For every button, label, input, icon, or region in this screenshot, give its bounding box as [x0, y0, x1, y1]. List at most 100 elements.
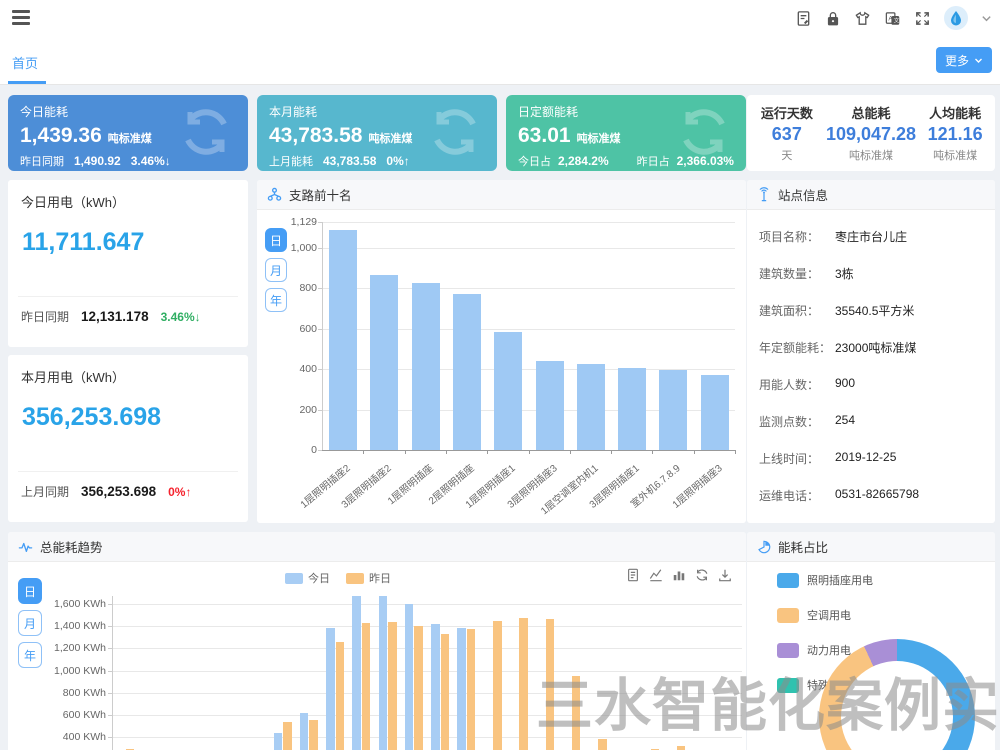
x-axis-tick	[446, 450, 447, 454]
site-field-value: 0531-82665798	[835, 487, 919, 501]
site-field-value: 枣庄市台儿庄	[835, 228, 907, 245]
top-bar: A 文	[0, 0, 1000, 35]
usage-delta: 3.46%↓	[161, 310, 201, 324]
trend-bar-yesterday	[677, 746, 686, 750]
trend-bar-yesterday	[388, 622, 397, 750]
kpi-compare-label: 上月能耗	[269, 153, 313, 169]
panel-title: 站点信息	[778, 185, 828, 204]
site-field-value: 254	[835, 413, 855, 427]
branch-bar	[536, 361, 564, 450]
site-info-panel: 站点信息 项目名称：枣庄市台儿庄建筑数量：3栋建筑面积：35540.5平方米年定…	[747, 180, 995, 523]
trend-bar-today	[379, 596, 388, 750]
usage-title: 今日用电（kWh）	[21, 192, 125, 211]
summary-stats-panel: 运行天数 637 天 总能耗 109,047.28 吨标准煤 人均能耗 121.…	[747, 95, 995, 171]
x-axis-tick	[694, 450, 695, 454]
branch-bar	[618, 368, 646, 450]
branch-bar	[370, 275, 398, 450]
hamburger-icon[interactable]	[12, 10, 32, 26]
y-axis-tick-label: 600 KWh	[46, 709, 106, 721]
y-axis-tick-label: 800	[267, 282, 317, 294]
trend-bar-today	[274, 733, 283, 750]
y-axis-tick-label: 1,600 KWh	[46, 598, 106, 610]
trend-bar-yesterday	[283, 722, 292, 750]
y-axis-tick-label: 400 KWh	[46, 731, 106, 743]
trend-bar-today	[431, 624, 440, 750]
today-electricity-panel: 今日用电（kWh） 11,711.647 昨日同期 12,131.178 3.4…	[8, 180, 248, 347]
y-axis-tick-label: 1,000	[267, 242, 317, 254]
stat-running-days: 运行天数 637 天	[751, 101, 823, 165]
stat-per-capita-energy: 人均能耗 121.16 吨标准煤	[919, 101, 991, 165]
theme-icon[interactable]	[854, 10, 871, 27]
water-drop-logo[interactable]	[944, 6, 968, 30]
x-axis-category-label: 3层照明插座3	[481, 460, 560, 529]
more-button[interactable]: 更多	[936, 47, 992, 73]
x-axis-tick	[529, 450, 530, 454]
trend-plot-area	[112, 596, 742, 750]
kpi-ratio1-label: 今日占比:	[518, 153, 552, 171]
energy-trend-panel: 总能耗趋势 今日 昨日 日 月 年	[8, 532, 746, 750]
trend-bar-today	[300, 713, 309, 750]
x-axis-category-label: 1层照明插座1	[439, 460, 518, 529]
kpi-ratio1-value: 2,284.2%	[558, 154, 609, 168]
legend-swatch	[777, 643, 799, 658]
y-axis-tick-label: 1,400 KWh	[46, 620, 106, 632]
chevron-down-icon	[974, 56, 983, 65]
kpi-value: 1,439.36	[20, 124, 102, 148]
refresh-arrows-icon	[427, 104, 483, 160]
site-field-label: 运维电话：	[759, 487, 819, 504]
legend-item-lighting[interactable]: 照明插座用电	[777, 572, 873, 588]
dashboard-content: 今日能耗 1,439.36 吨标准煤 昨日同期 1,490.92 3.46%↓ …	[0, 85, 1000, 750]
site-field-value: 2019-12-25	[835, 450, 896, 464]
y-axis-tick-label: 1,000 KWh	[46, 665, 106, 677]
x-axis-tick	[487, 450, 488, 454]
site-field-value: 23000吨标准煤	[835, 339, 916, 356]
chevron-down-icon[interactable]	[981, 13, 992, 24]
y-axis-tick-label: 1,129	[267, 216, 317, 228]
trend-bar-yesterday	[493, 621, 502, 750]
trend-bar-yesterday	[598, 739, 607, 750]
kpi-value: 43,783.58	[269, 124, 362, 148]
branch-bar	[659, 370, 687, 450]
gridline	[322, 222, 735, 223]
language-icon[interactable]: A 文	[884, 10, 901, 27]
legend-item-hvac[interactable]: 空调用电	[777, 607, 873, 623]
refresh-arrows-icon	[178, 104, 234, 160]
y-axis-tick-label: 600	[267, 323, 317, 335]
usage-value: 356,253.698	[22, 403, 161, 432]
gridline	[322, 248, 735, 249]
divider	[18, 471, 238, 472]
site-field-label: 上线时间：	[759, 450, 819, 467]
stat-total-energy: 总能耗 109,047.28 吨标准煤	[823, 101, 920, 165]
trend-bar-yesterday	[546, 619, 555, 750]
tab-active-underline	[8, 81, 46, 84]
site-field-label: 监测点数：	[759, 413, 819, 430]
kpi-unit: 吨标准煤	[368, 130, 412, 146]
x-axis-category-label: 3层照明插座2	[315, 460, 394, 529]
trend-bar-yesterday	[519, 618, 528, 750]
branch-top10-panel: 支路前十名 日 月 年 02004006008001,0001,1291层照明插…	[257, 180, 746, 523]
svg-text:文: 文	[894, 16, 900, 24]
usage-compare-value: 356,253.698	[81, 484, 156, 499]
y-axis-tick-label: 400	[267, 363, 317, 375]
site-field-label: 建筑数量：	[759, 265, 819, 282]
usage-compare-value: 12,131.178	[81, 309, 149, 324]
kpi-delta: 0%↑	[386, 154, 409, 168]
site-field-label: 建筑面积：	[759, 302, 819, 319]
x-axis-tick	[652, 450, 653, 454]
lock-icon[interactable]	[825, 10, 841, 27]
trend-bar-yesterday	[467, 629, 476, 750]
tab-home[interactable]: 首页	[12, 53, 38, 72]
site-field-value: 900	[835, 376, 855, 390]
y-axis-tick-label: 200	[267, 404, 317, 416]
y-axis-tick-label: 800 KWh	[46, 687, 106, 699]
antenna-icon	[757, 187, 771, 202]
kpi-compare-value: 1,490.92	[74, 154, 121, 168]
kpi-ratio2-label: 昨日占比:	[637, 153, 671, 171]
branch-bar	[701, 375, 729, 450]
trend-bar-yesterday	[336, 642, 345, 750]
tool-icon[interactable]	[795, 10, 812, 27]
x-axis-tick	[735, 450, 736, 454]
divider	[18, 296, 238, 297]
branch-bar	[453, 294, 481, 450]
fullscreen-icon[interactable]	[914, 10, 931, 27]
